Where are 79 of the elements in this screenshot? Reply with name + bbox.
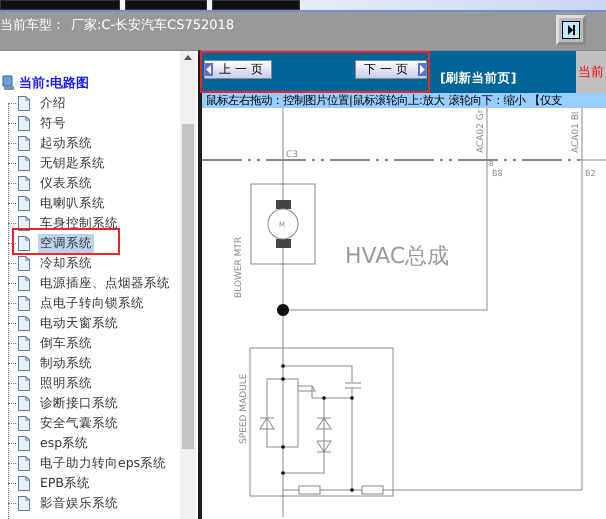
computer-icon	[2, 75, 16, 91]
diagram-title: HVAC总成	[345, 244, 450, 269]
page-icon	[18, 356, 30, 370]
motor-icon	[268, 200, 298, 248]
node-dot	[350, 396, 354, 400]
previous-page-button[interactable]: 上一页	[204, 60, 272, 79]
window-tab[interactable]	[125, 0, 207, 10]
status-text: 当前	[576, 51, 606, 93]
next-page-button[interactable]: 下一页	[355, 60, 427, 79]
page-icon	[18, 496, 30, 510]
scroll-thumb[interactable]	[182, 124, 194, 449]
page-icon	[18, 176, 30, 190]
tree-item[interactable]: EPB系统	[38, 474, 92, 492]
window-tab[interactable]	[212, 0, 300, 10]
page-icon	[18, 376, 30, 390]
tree-item[interactable]: 影音娱乐系统	[38, 494, 120, 512]
page-icon	[18, 396, 30, 410]
tree-item[interactable]: 无钥匙系统	[38, 154, 107, 172]
page-icon	[18, 436, 30, 450]
pin-label: B8	[492, 169, 503, 178]
node-dot	[281, 471, 285, 475]
wire-label: ACA01 Bl	[571, 112, 581, 153]
page-icon	[18, 296, 30, 310]
tree-item[interactable]: 电动天窗系统	[38, 314, 120, 332]
node-dot	[281, 364, 285, 368]
page-icon	[18, 136, 30, 150]
wire-label: ACA02 Gr	[476, 110, 486, 153]
scroll-up-icon[interactable]	[184, 55, 192, 60]
tree-item[interactable]: 制动系统	[38, 354, 94, 372]
tree-item[interactable]: 安全气囊系统	[38, 414, 120, 432]
car-model-value: 厂家:C-长安汽车CS752018	[71, 17, 234, 34]
refresh-link[interactable]: [刷新当前页]	[440, 70, 516, 87]
node-dot	[350, 488, 354, 492]
car-model-label: 当前车型：	[0, 17, 65, 34]
tree-item[interactable]: 电子助力转向eps系统	[38, 454, 168, 472]
page-icon	[18, 316, 30, 330]
node-dot	[281, 377, 285, 381]
hint-text: 鼠标左右拖动：控制图片位置|鼠标滚轮向上:放大 滚轮向下：缩小 【仅支	[202, 93, 606, 108]
tree-item[interactable]: 空调系统	[38, 234, 94, 252]
tree-item[interactable]: esp系统	[38, 434, 90, 452]
node-dot	[322, 396, 326, 400]
page-icon	[18, 96, 30, 110]
page-icon	[18, 236, 30, 250]
scrollbar[interactable]	[180, 51, 196, 519]
pin-label: B2	[585, 169, 596, 178]
tree-item[interactable]: 倒车系统	[38, 334, 94, 352]
connector-label: C3	[286, 150, 298, 160]
tree-item[interactable]: 起动系统	[38, 134, 94, 152]
right-arrow-icon	[418, 63, 426, 76]
page-icon	[18, 336, 30, 350]
junction-dot	[277, 304, 289, 316]
page-icon	[18, 116, 30, 130]
page-icon	[18, 456, 30, 470]
resistor-icon	[362, 486, 384, 494]
tree-item[interactable]: 电喇叭系统	[38, 194, 107, 212]
node-dot	[281, 445, 285, 449]
tree-item[interactable]: 电源插座、点烟器系统	[38, 274, 172, 292]
arrow-to-bar-icon	[562, 21, 580, 39]
page-icon	[18, 256, 30, 270]
tree-item[interactable]: 介绍	[38, 94, 68, 112]
component-label: SPEED MADULE	[239, 374, 249, 444]
panel-toggle-button[interactable]	[556, 15, 586, 45]
component-label: BLOWER MTR	[234, 236, 244, 298]
window-tab[interactable]	[0, 0, 120, 10]
tree-item[interactable]: 仪表系统	[38, 174, 94, 192]
tree-item[interactable]: 符号	[38, 114, 68, 132]
tree-root-label[interactable]: 当前:电路图	[19, 74, 90, 92]
resistor-icon	[298, 486, 320, 494]
tree-item[interactable]: 点电子转向锁系统	[38, 294, 146, 312]
page-icon	[18, 196, 30, 210]
left-arrow-icon	[205, 63, 213, 76]
tree-item[interactable]: 照明系统	[38, 374, 94, 392]
page-icon	[18, 476, 30, 490]
tree-item[interactable]: 车身控制系统	[38, 214, 120, 232]
tree-item[interactable]: 诊断接口系统	[38, 394, 120, 412]
page-icon	[18, 276, 30, 290]
page-icon	[18, 416, 30, 430]
tree-item[interactable]: 冷却系统	[38, 254, 94, 272]
page-icon	[18, 156, 30, 170]
